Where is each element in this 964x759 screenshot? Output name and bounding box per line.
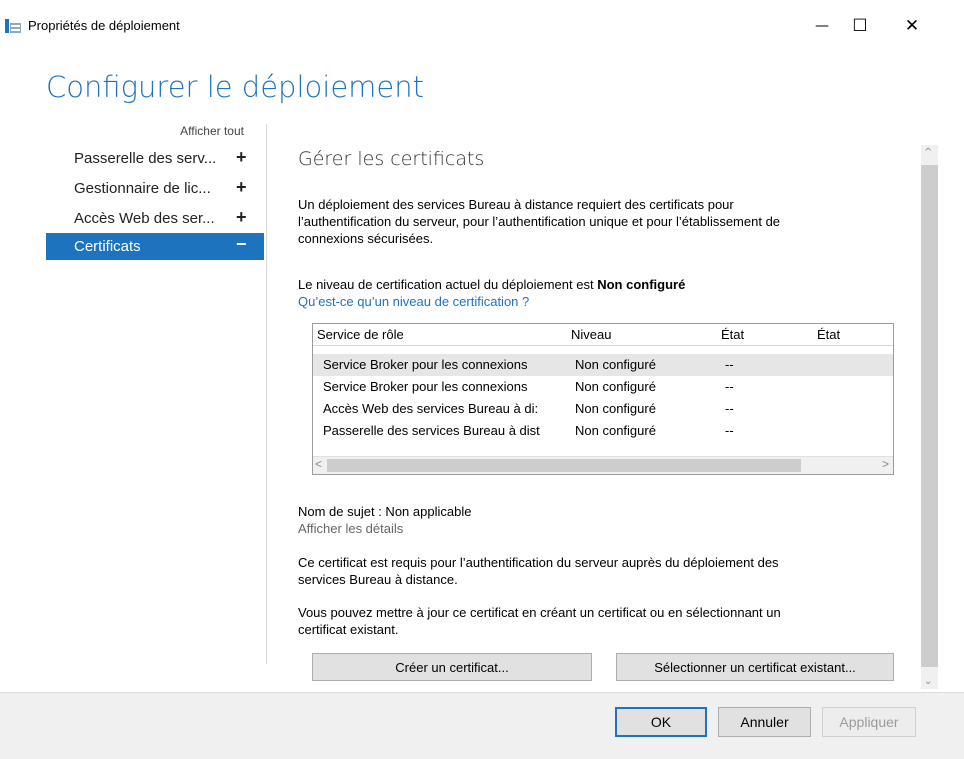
horizontal-scrollbar[interactable]: < > [313,456,893,474]
intro-line: l’authentification du serveur, pour l’au… [298,214,781,229]
title-bar: Propriétés de déploiement — ☐ ✕ [0,0,964,58]
ok-button[interactable]: OK [615,707,707,737]
close-icon: ✕ [904,16,920,36]
intro-line: connexions sécurisées. [298,231,434,246]
expand-icon: + [236,207,247,227]
required-line: Ce certificat est requis pour l’authenti… [298,555,779,570]
cell-state: -- [725,379,734,394]
level-value: Non configuré [597,277,686,292]
sidebar-item-label: Passerelle des serv... [74,150,217,167]
content-pane: Gérer les certificats Un déploiement des… [298,124,918,684]
required-text: Ce certificat est requis pour l’authenti… [298,554,898,588]
cell-state: -- [725,401,734,416]
cell-state: -- [725,423,734,438]
sidebar-item-label: Accès Web des ser... [74,210,215,227]
column-header[interactable]: État [817,327,840,342]
sidebar-item-acces-web[interactable]: Accès Web des ser... + [46,206,264,233]
scroll-right-icon[interactable]: > [882,457,889,471]
section-title: Gérer les certificats [298,148,485,170]
table-row[interactable]: Accès Web des services Bureau à di: Non … [313,398,893,420]
collapse-icon: − [236,234,247,254]
show-details-link[interactable]: Afficher les détails [298,520,898,537]
column-header[interactable]: Service de rôle [317,327,404,342]
scroll-left-icon[interactable]: < [315,457,322,471]
table-row[interactable]: Passerelle des services Bureau à dist No… [313,420,893,442]
scroll-down-icon[interactable]: ⌄ [924,676,932,687]
intro-text: Un déploiement des services Bureau à dis… [298,196,898,247]
column-header[interactable]: Niveau [571,327,611,342]
table-row[interactable]: Service Broker pour les connexions Non c… [313,354,893,376]
scroll-up-icon[interactable]: ^ [924,147,932,158]
server-manager-icon [5,19,21,33]
sidebar-item-label: Certificats [74,238,141,255]
select-certificate-button[interactable]: Sélectionner un certificat existant... [616,653,894,681]
cell-service: Service Broker pour les connexions [323,357,528,372]
scrollbar-thumb[interactable] [921,165,938,667]
show-all-link[interactable]: Afficher tout [46,124,244,138]
dialog-footer: OK Annuler Appliquer [0,692,964,759]
sidebar-item-certificats[interactable]: Certificats − [46,233,264,260]
cell-level: Non configuré [575,379,656,394]
cell-level: Non configuré [575,401,656,416]
scrollbar-thumb[interactable] [327,459,801,472]
cancel-button[interactable]: Annuler [718,707,811,737]
window-title: Propriétés de déploiement [28,18,180,33]
sidebar-divider [266,124,267,664]
update-line: certificat existant. [298,622,399,637]
expand-icon: + [236,177,247,197]
role-services-table[interactable]: Service de rôle Niveau État État Service… [312,323,894,475]
cell-service: Accès Web des services Bureau à di: [323,401,539,416]
vertical-scrollbar[interactable]: ^ ⌄ [921,145,938,689]
cell-service: Service Broker pour les connexions [323,379,528,394]
certification-level-link[interactable]: Qu’est-ce qu’un niveau de certification … [298,293,898,310]
sidebar-item-gestionnaire[interactable]: Gestionnaire de lic... + [46,176,264,203]
maximize-button[interactable]: ☐ [838,10,882,42]
update-text: Vous pouvez mettre à jour ce certificat … [298,604,898,638]
intro-line: Un déploiement des services Bureau à dis… [298,197,734,212]
table-header: Service de rôle Niveau État État [313,324,893,346]
update-line: Vous pouvez mettre à jour ce certificat … [298,605,781,620]
cell-level: Non configuré [575,357,656,372]
column-header[interactable]: État [721,327,744,342]
cell-level: Non configuré [575,423,656,438]
subject-name: Nom de sujet : Non applicable [298,504,472,519]
table-row[interactable]: Service Broker pour les connexions Non c… [313,376,893,398]
close-button[interactable]: ✕ [890,10,934,42]
sidebar-item-label: Gestionnaire de lic... [74,180,211,197]
sidebar-item-passerelle[interactable]: Passerelle des serv... + [46,146,264,173]
maximize-icon: ☐ [852,16,868,36]
create-certificate-button[interactable]: Créer un certificat... [312,653,592,681]
minimize-icon: — [815,18,829,34]
required-line: services Bureau à distance. [298,572,458,587]
expand-icon: + [236,147,247,167]
level-prefix: Le niveau de certification actuel du dép… [298,277,598,292]
page-title: Configurer le déploiement [46,70,425,104]
certification-level: Le niveau de certification actuel du dép… [298,276,898,293]
cell-service: Passerelle des services Bureau à dist [323,423,540,438]
apply-button[interactable]: Appliquer [822,707,916,737]
cell-state: -- [725,357,734,372]
